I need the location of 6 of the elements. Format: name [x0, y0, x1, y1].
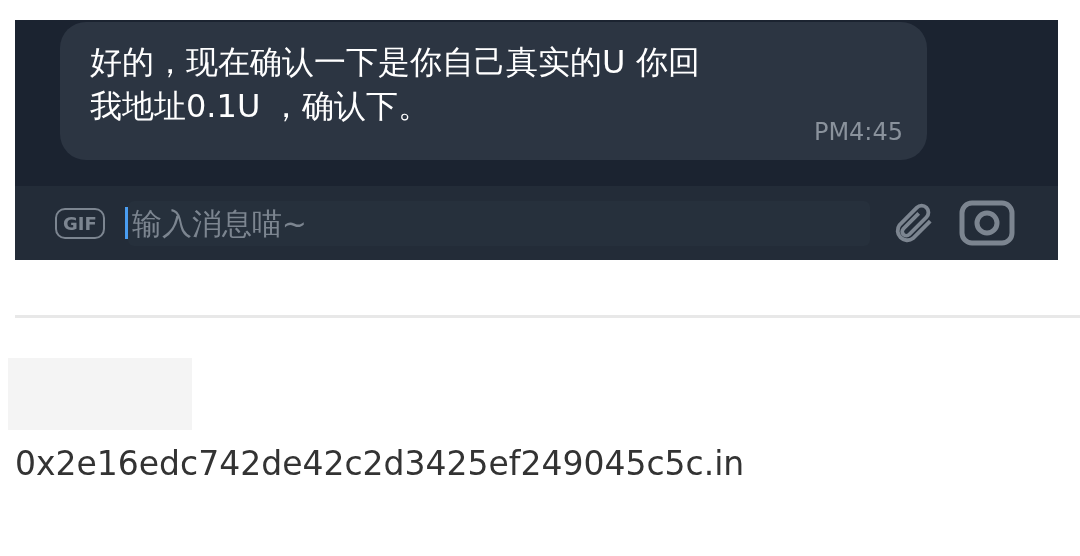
- gif-button[interactable]: GIF: [55, 207, 105, 239]
- address-text: 0x2e16edc742de42c2d3425ef249045c5c.in: [15, 443, 746, 485]
- message-time: PM4:45: [813, 117, 903, 148]
- message-text: 好的，现在确认一下是你自己真实的U 你回 我地址0.1U ，确认下。: [90, 42, 701, 127]
- message-input[interactable]: 输入消息喵~: [127, 200, 870, 246]
- text-cursor: [124, 207, 128, 239]
